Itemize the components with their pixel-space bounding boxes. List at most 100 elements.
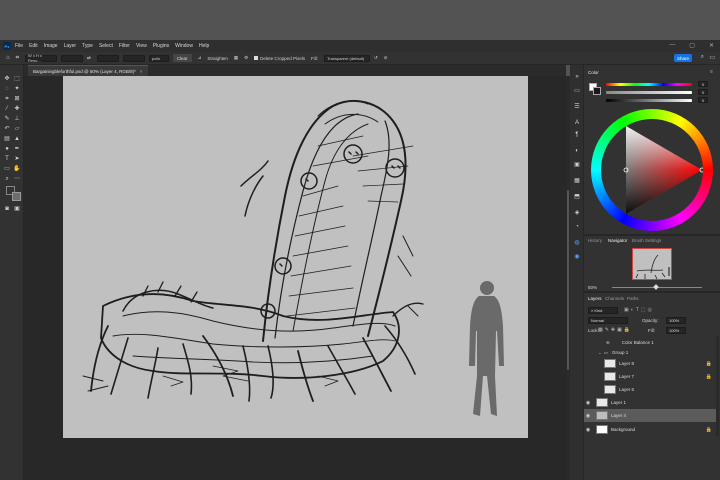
character-icon[interactable]: A bbox=[573, 119, 581, 127]
lock-icons[interactable]: ▦✎✥▣🔒 bbox=[598, 327, 632, 333]
menu-image[interactable]: Image bbox=[44, 43, 58, 49]
layer-row[interactable]: Layer 6 bbox=[584, 383, 716, 396]
menu-layer[interactable]: Layer bbox=[64, 43, 77, 49]
navigator-zoom[interactable]: 50% bbox=[588, 285, 597, 290]
width-field[interactable] bbox=[61, 54, 84, 62]
libraries-icon[interactable]: ▣ bbox=[573, 161, 581, 169]
document-tab[interactable]: Bargainingbleforthful.psd @ 50% (Layer 4… bbox=[28, 65, 148, 76]
more-icon[interactable]: ⋯ bbox=[13, 175, 21, 183]
layer-filter-select[interactable]: ⌕ Kind bbox=[588, 307, 618, 314]
expand-panels-icon[interactable]: » bbox=[573, 73, 581, 81]
history-icon[interactable]: ◍ bbox=[573, 239, 581, 247]
share-button[interactable]: Share bbox=[674, 54, 692, 62]
hue-value[interactable]: 0 bbox=[698, 81, 708, 87]
delete-cropped-checkbox[interactable] bbox=[254, 56, 259, 60]
straighten-icon[interactable]: ⊿ bbox=[198, 55, 202, 61]
blend-mode-select[interactable]: Normal bbox=[588, 317, 628, 324]
healing-icon[interactable]: ✚ bbox=[13, 105, 21, 113]
dodge-icon[interactable]: ● bbox=[3, 145, 11, 153]
workspace-icon[interactable]: ▭ bbox=[709, 54, 715, 61]
cancel-icon[interactable]: ⊘ bbox=[384, 55, 388, 61]
eye-icon[interactable]: ◉ bbox=[584, 413, 592, 419]
blur-icon[interactable]: ▲ bbox=[13, 135, 21, 143]
frame-icon[interactable]: ⊠ bbox=[13, 95, 21, 103]
brush-icon[interactable]: ✎ bbox=[3, 115, 11, 123]
crop-icon[interactable]: ⌗ bbox=[3, 95, 11, 103]
tab-brush-settings[interactable]: Brush Settings bbox=[632, 238, 661, 243]
adjustments-icon[interactable]: ◐ bbox=[573, 147, 581, 155]
hue-slider[interactable] bbox=[606, 83, 692, 86]
magic-wand-icon[interactable]: ✦ bbox=[13, 85, 21, 93]
straighten-label[interactable]: Straighten bbox=[207, 56, 228, 61]
properties-icon[interactable]: ☰ bbox=[573, 103, 581, 111]
brightness-slider[interactable] bbox=[606, 99, 692, 102]
menu-file[interactable]: File bbox=[15, 43, 23, 49]
history-brush-icon[interactable]: ↶ bbox=[3, 125, 11, 133]
height-field[interactable] bbox=[96, 54, 119, 62]
layer-row[interactable]: Layer 8 🔒 bbox=[584, 357, 716, 370]
menu-edit[interactable]: Edit bbox=[29, 43, 38, 49]
fill-field[interactable]: 100% bbox=[666, 327, 686, 334]
paragraph-icon[interactable]: ¶ bbox=[573, 131, 581, 139]
styles-icon[interactable]: ⬒ bbox=[573, 193, 581, 201]
eyedropper-icon[interactable]: ⁄ bbox=[3, 105, 11, 113]
layers-scrollbar[interactable] bbox=[716, 336, 719, 436]
lasso-icon[interactable]: ◌ bbox=[3, 85, 11, 93]
foreground-color-swatch[interactable] bbox=[12, 192, 21, 201]
canvas-scroll-thumb[interactable] bbox=[567, 190, 569, 370]
move-icon[interactable]: ✥ bbox=[3, 75, 11, 83]
close-tab-icon[interactable]: × bbox=[140, 69, 143, 74]
screen-mode-icon[interactable]: ▣ bbox=[13, 205, 21, 213]
path-select-icon[interactable]: ➤ bbox=[13, 155, 21, 163]
eraser-icon[interactable]: ▱ bbox=[13, 125, 21, 133]
brightness-value[interactable]: 0 bbox=[698, 97, 708, 103]
layer-row[interactable]: Layer 7 🔒 bbox=[584, 370, 716, 383]
menu-select[interactable]: Select bbox=[99, 43, 113, 49]
menu-filter[interactable]: Filter bbox=[119, 43, 130, 49]
chevron-down-icon[interactable]: ⌄ bbox=[598, 350, 602, 356]
marquee-icon[interactable]: ⬚ bbox=[13, 75, 21, 83]
layer-row-selected[interactable]: ◉ Layer 4 bbox=[584, 409, 716, 422]
pen-icon[interactable]: ✒ bbox=[13, 145, 21, 153]
resolution-field[interactable] bbox=[122, 54, 145, 62]
menu-plugins[interactable]: Plugins bbox=[153, 43, 169, 49]
navigator-preview[interactable] bbox=[632, 248, 672, 280]
color-triangle[interactable] bbox=[601, 119, 703, 221]
home-icon[interactable]: ⌂ bbox=[6, 55, 10, 61]
crop-tool-icon[interactable]: ⌗ bbox=[16, 55, 19, 62]
comments-icon[interactable]: ▭ bbox=[573, 87, 581, 95]
layer-row[interactable]: ◉ Background 🔒 bbox=[584, 423, 716, 436]
minimize-button[interactable]: — bbox=[669, 42, 675, 49]
type-icon[interactable]: T bbox=[3, 155, 11, 163]
layer-row[interactable]: ◉ Layer 1 bbox=[584, 396, 716, 409]
layer-filter-icons[interactable]: ▣◐T⬚◎ bbox=[624, 307, 654, 313]
tab-navigator[interactable]: Navigator bbox=[608, 238, 627, 243]
color-fg-swatch[interactable] bbox=[593, 87, 601, 95]
swap-icon[interactable]: ⇄ bbox=[87, 55, 91, 61]
tab-paths[interactable]: Paths bbox=[627, 296, 639, 301]
saturation-value[interactable]: 0 bbox=[698, 89, 708, 95]
hand-icon[interactable]: ✋ bbox=[13, 165, 21, 173]
grid-overlay-icon[interactable]: ▦ bbox=[234, 55, 238, 61]
units-select[interactable]: px/in bbox=[148, 54, 169, 62]
menu-view[interactable]: View bbox=[136, 43, 147, 49]
opacity-field[interactable]: 100% bbox=[666, 317, 686, 324]
reset-icon[interactable]: ↺ bbox=[374, 55, 378, 61]
quick-mask-icon[interactable]: ◙ bbox=[3, 205, 11, 213]
stamp-icon[interactable]: ⊥ bbox=[13, 115, 21, 123]
shape-icon[interactable]: ▭ bbox=[3, 165, 11, 173]
zoom-icon[interactable]: ⌕ bbox=[3, 175, 11, 183]
clear-button[interactable]: Clear bbox=[172, 54, 192, 62]
menu-window[interactable]: Window bbox=[175, 43, 193, 49]
eye-icon[interactable]: ◉ bbox=[584, 400, 592, 406]
document-canvas[interactable] bbox=[63, 76, 528, 438]
gradient-icon[interactable]: ▤ bbox=[3, 135, 11, 143]
settings-gear-icon[interactable]: ⚙ bbox=[244, 55, 248, 61]
search-icon[interactable]: ⌕ bbox=[701, 54, 704, 61]
tab-color[interactable]: Color bbox=[588, 70, 599, 75]
panel-menu-icon[interactable]: ≡ bbox=[710, 69, 713, 75]
fill-select[interactable]: Transparent (default) bbox=[323, 54, 370, 62]
tab-channels[interactable]: Channels bbox=[605, 296, 624, 301]
ratio-select[interactable]: W x H x Reso... bbox=[25, 53, 58, 63]
paths-icon[interactable]: ◔ bbox=[573, 223, 581, 231]
